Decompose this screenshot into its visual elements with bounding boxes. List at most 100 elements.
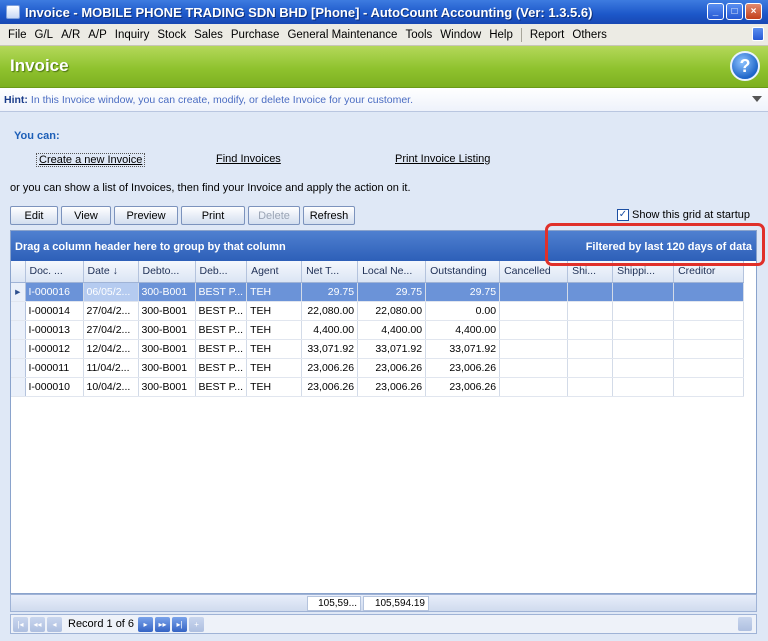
previous-page-icon[interactable]: ◂◂ — [30, 616, 45, 632]
show-grid-checkbox[interactable]: ✓ — [616, 209, 629, 221]
delete-button[interactable]: Delete — [248, 206, 300, 225]
cell-doc-no[interactable]: I-000016 — [25, 282, 84, 302]
menu-general-maintenance[interactable]: General Maintenance — [283, 29, 401, 41]
cell-shipping-info[interactable] — [612, 282, 675, 302]
cell-ship-via[interactable] — [567, 377, 614, 397]
cell-net-total[interactable]: 23,006.26 — [301, 358, 359, 378]
column-header-shipping-info[interactable]: Shippi... — [612, 261, 675, 283]
cell-doc-no[interactable]: I-000011 — [25, 358, 84, 378]
cell-shipping-info[interactable] — [612, 301, 675, 321]
menu-purchase[interactable]: Purchase — [227, 29, 284, 41]
menu-inquiry[interactable]: Inquiry — [111, 29, 154, 41]
cell-creditor[interactable] — [673, 301, 745, 321]
cell-agent[interactable]: TEH — [246, 320, 303, 340]
menu-file[interactable]: File — [4, 29, 31, 41]
menu-ar[interactable]: A/R — [57, 29, 84, 41]
column-header-cancelled[interactable]: Cancelled — [499, 261, 569, 283]
cell-local-net-total[interactable]: 29.75 — [357, 282, 427, 302]
cell-outstanding[interactable]: 33,071.92 — [425, 339, 501, 359]
cell-creditor[interactable] — [673, 320, 745, 340]
cell-debtor-name[interactable]: BEST P... — [195, 282, 248, 302]
cell-debtor-code[interactable]: 300-B001 — [138, 358, 196, 378]
menu-tools[interactable]: Tools — [401, 29, 436, 41]
group-by-panel[interactable]: Drag a column header here to group by th… — [11, 231, 756, 261]
column-header-net-total[interactable]: Net T... — [301, 261, 359, 283]
cell-debtor-code[interactable]: 300-B001 — [138, 377, 196, 397]
cell-outstanding[interactable]: 29.75 — [425, 282, 501, 302]
menu-gl[interactable]: G/L — [31, 29, 58, 41]
column-header-agent[interactable]: Agent — [246, 261, 303, 283]
mdi-restore-icon[interactable] — [752, 27, 764, 41]
column-header-debtor-name[interactable]: Deb... — [195, 261, 248, 283]
cell-date[interactable]: 11/04/2... — [83, 358, 139, 378]
cell-agent[interactable]: TEH — [246, 301, 303, 321]
cell-debtor-name[interactable]: BEST P... — [195, 377, 248, 397]
column-header-local-net-total[interactable]: Local Ne... — [357, 261, 427, 283]
cell-shipping-info[interactable] — [612, 339, 675, 359]
cell-agent[interactable]: TEH — [246, 282, 303, 302]
cell-outstanding[interactable]: 23,006.26 — [425, 358, 501, 378]
cell-doc-no[interactable]: I-000014 — [25, 301, 84, 321]
cell-agent[interactable]: TEH — [246, 339, 303, 359]
cell-date[interactable]: 27/04/2... — [83, 320, 139, 340]
cell-cancelled[interactable] — [499, 339, 569, 359]
cell-agent[interactable]: TEH — [246, 358, 303, 378]
refresh-button[interactable]: Refresh — [303, 206, 355, 225]
last-record-icon[interactable]: ▸| — [172, 616, 188, 632]
table-row[interactable]: ▸ I-000016 06/05/2... 300-B001 BEST P...… — [11, 282, 745, 302]
table-row[interactable]: I-000013 27/04/2... 300-B001 BEST P... T… — [11, 320, 745, 340]
show-grid-option[interactable]: ✓ Show this grid at startup — [616, 209, 750, 221]
cell-debtor-code[interactable]: 300-B001 — [138, 339, 196, 359]
cell-net-total[interactable]: 33,071.92 — [301, 339, 359, 359]
cell-ship-via[interactable] — [567, 301, 614, 321]
cell-date[interactable]: 10/04/2... — [83, 377, 139, 397]
cell-cancelled[interactable] — [499, 377, 569, 397]
add-record-icon[interactable]: + — [189, 616, 205, 632]
cell-local-net-total[interactable]: 33,071.92 — [357, 339, 427, 359]
next-page-icon[interactable]: ▸▸ — [155, 616, 171, 632]
edit-button[interactable]: Edit — [10, 206, 58, 225]
cell-doc-no[interactable]: I-000012 — [25, 339, 84, 359]
column-header-doc-no[interactable]: Doc. ... — [25, 261, 84, 283]
first-record-icon[interactable]: |◂ — [13, 616, 28, 632]
cell-outstanding[interactable]: 4,400.00 — [425, 320, 501, 340]
cell-net-total[interactable]: 23,006.26 — [301, 377, 359, 397]
create-invoice-link[interactable]: Create a new Invoice — [36, 153, 146, 167]
cell-outstanding[interactable]: 23,006.26 — [425, 377, 501, 397]
table-row[interactable]: I-000010 10/04/2... 300-B001 BEST P... T… — [11, 377, 745, 397]
cell-ship-via[interactable] — [567, 339, 614, 359]
close-button[interactable]: × — [745, 3, 762, 20]
previous-record-icon[interactable]: ◂ — [47, 616, 62, 632]
cell-date[interactable]: 27/04/2... — [83, 301, 139, 321]
column-header-date[interactable]: Date ↓ — [83, 261, 139, 283]
scroll-right-icon[interactable] — [738, 617, 752, 631]
cell-shipping-info[interactable] — [612, 320, 675, 340]
cell-local-net-total[interactable]: 4,400.00 — [357, 320, 427, 340]
cell-cancelled[interactable] — [499, 301, 569, 321]
cell-debtor-name[interactable]: BEST P... — [195, 320, 248, 340]
cell-shipping-info[interactable] — [612, 377, 675, 397]
cell-cancelled[interactable] — [499, 282, 569, 302]
cell-outstanding[interactable]: 0.00 — [425, 301, 501, 321]
cell-debtor-code[interactable]: 300-B001 — [138, 320, 196, 340]
help-icon[interactable]: ? — [730, 51, 760, 81]
column-header-ship-via[interactable]: Shi... — [567, 261, 614, 283]
column-header-debtor-code[interactable]: Debto... — [138, 261, 196, 283]
preview-button[interactable]: Preview — [114, 206, 178, 225]
menu-help[interactable]: Help — [485, 29, 517, 41]
table-row[interactable]: I-000014 27/04/2... 300-B001 BEST P... T… — [11, 301, 745, 321]
find-invoices-link[interactable]: Find Invoices — [216, 153, 281, 165]
cell-cancelled[interactable] — [499, 320, 569, 340]
column-header-creditor[interactable]: Creditor — [673, 261, 745, 283]
cell-debtor-code[interactable]: 300-B001 — [138, 282, 196, 302]
cell-date[interactable]: 06/05/2... — [83, 282, 139, 302]
column-header-outstanding[interactable]: Outstanding — [425, 261, 501, 283]
cell-local-net-total[interactable]: 23,006.26 — [357, 377, 427, 397]
menu-report[interactable]: Report — [526, 29, 569, 41]
cell-creditor[interactable] — [673, 282, 745, 302]
cell-local-net-total[interactable]: 23,006.26 — [357, 358, 427, 378]
next-record-icon[interactable]: ▸ — [138, 616, 154, 632]
cell-creditor[interactable] — [673, 377, 745, 397]
print-invoice-listing-link[interactable]: Print Invoice Listing — [395, 153, 490, 165]
menu-sales[interactable]: Sales — [190, 29, 227, 41]
